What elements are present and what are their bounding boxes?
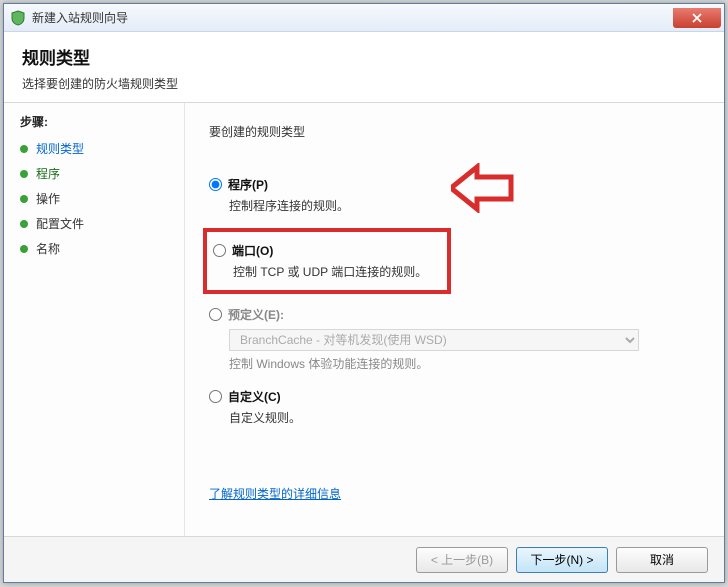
step-action[interactable]: 操作 — [20, 190, 184, 207]
radio-program[interactable] — [209, 178, 222, 191]
radio-port-label[interactable]: 端口(O) — [232, 242, 273, 259]
prompt-text: 要创建的规则类型 — [209, 123, 700, 140]
wizard-footer: < 上一步(B) 下一步(N) > 取消 — [4, 536, 724, 582]
bullet-icon — [20, 145, 28, 153]
page-subtitle: 选择要创建的防火墙规则类型 — [22, 75, 706, 92]
close-icon — [692, 13, 702, 23]
radio-block-predefined: 预定义(E): BranchCache - 对等机发现(使用 WSD) 控制 W… — [209, 302, 700, 384]
radio-port-desc: 控制 TCP 或 UDP 端口连接的规则。 — [233, 263, 439, 280]
wizard-dialog: 新建入站规则向导 规则类型 选择要创建的防火墙规则类型 步骤: 规则类型 程序 — [3, 3, 725, 583]
step-label: 操作 — [36, 190, 60, 207]
radio-program-label[interactable]: 程序(P) — [228, 176, 268, 193]
steps-sidebar: 步骤: 规则类型 程序 操作 配置文件 名称 — [4, 103, 184, 536]
radio-predefined[interactable] — [209, 308, 222, 321]
cancel-button[interactable]: 取消 — [616, 547, 708, 573]
close-button[interactable] — [673, 8, 721, 28]
radio-block-program: 程序(P) 控制程序连接的规则。 — [209, 172, 700, 226]
title-bar: 新建入站规则向导 — [4, 4, 724, 32]
bullet-icon — [20, 220, 28, 228]
radio-custom[interactable] — [209, 390, 222, 403]
step-label: 规则类型 — [36, 140, 84, 157]
rule-type-radio-group: 程序(P) 控制程序连接的规则。 端口(O) 控制 TCP 或 UDP 端口连接… — [209, 172, 700, 438]
radio-custom-desc: 自定义规则。 — [229, 409, 700, 426]
bullet-icon — [20, 245, 28, 253]
learn-more-link[interactable]: 了解规则类型的详细信息 — [209, 487, 341, 501]
bullet-icon — [20, 170, 28, 178]
radio-predefined-label[interactable]: 预定义(E): — [228, 306, 284, 323]
step-label: 配置文件 — [36, 215, 84, 232]
window-title: 新建入站规则向导 — [32, 9, 128, 26]
step-profile[interactable]: 配置文件 — [20, 215, 184, 232]
steps-title: 步骤: — [20, 113, 184, 130]
step-program[interactable]: 程序 — [20, 165, 184, 182]
radio-custom-label[interactable]: 自定义(C) — [228, 388, 281, 405]
step-label: 程序 — [36, 165, 60, 182]
radio-program-desc: 控制程序连接的规则。 — [229, 197, 700, 214]
bullet-icon — [20, 195, 28, 203]
back-button: < 上一步(B) — [416, 547, 508, 573]
step-rule-type[interactable]: 规则类型 — [20, 140, 184, 157]
page-title: 规则类型 — [22, 44, 706, 69]
predefined-combo: BranchCache - 对等机发现(使用 WSD) — [229, 329, 639, 351]
learn-more: 了解规则类型的详细信息 — [209, 485, 700, 502]
radio-port[interactable] — [213, 244, 226, 257]
radio-block-custom: 自定义(C) 自定义规则。 — [209, 384, 700, 438]
step-label: 名称 — [36, 240, 60, 257]
next-button[interactable]: 下一步(N) > — [516, 547, 608, 573]
radio-block-port: 端口(O) 控制 TCP 或 UDP 端口连接的规则。 — [203, 228, 451, 294]
radio-predefined-desc: 控制 Windows 体验功能连接的规则。 — [229, 355, 700, 372]
step-name[interactable]: 名称 — [20, 240, 184, 257]
wizard-header: 规则类型 选择要创建的防火墙规则类型 — [4, 32, 724, 103]
wizard-body: 步骤: 规则类型 程序 操作 配置文件 名称 — [4, 103, 724, 536]
main-panel: 要创建的规则类型 程序(P) 控制程序连接的规则。 端口(O) — [185, 103, 724, 536]
firewall-icon — [10, 10, 26, 26]
